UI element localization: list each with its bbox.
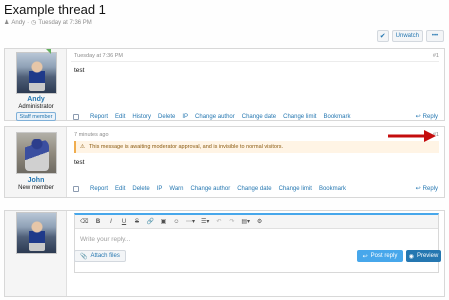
eraser-icon[interactable]: ⌫: [80, 218, 88, 225]
editor-toolbar: ⌫ B I U S 🔗 ▣ ☺ ⋯▾ ☰▾ ↶ ↷ ▤▾ ⚙: [75, 215, 438, 229]
reply-editor[interactable]: ⌫ B I U S 🔗 ▣ ☺ ⋯▾ ☰▾ ↶ ↷ ▤▾ ⚙ Write you…: [74, 213, 439, 273]
change-author-link[interactable]: Change author: [191, 186, 231, 192]
delete-link[interactable]: Delete: [158, 114, 175, 120]
reply-label: Reply: [422, 185, 438, 192]
post-time[interactable]: Tuesday at 7:36 PM: [74, 53, 123, 59]
preview-button[interactable]: ◉ Preview: [406, 250, 441, 262]
username[interactable]: Andy: [5, 96, 67, 103]
change-limit-link[interactable]: Change limit: [279, 186, 312, 192]
reply-label: Reply: [422, 113, 438, 120]
attach-label: Attach files: [90, 253, 120, 259]
warning-icon: ⚠: [80, 144, 85, 150]
quick-reply: ⌫ B I U S 🔗 ▣ ☺ ⋯▾ ☰▾ ↶ ↷ ▤▾ ⚙ Write you…: [4, 210, 445, 297]
clock-icon: ◷: [31, 20, 37, 26]
reply-button[interactable]: ↩ Reply: [415, 185, 438, 193]
more-options-button[interactable]: •••: [426, 30, 444, 42]
redo-icon[interactable]: ↷: [228, 218, 235, 225]
username[interactable]: John: [5, 177, 67, 184]
post-1: Andy Administrator Staff member Tuesday …: [4, 48, 445, 121]
ip-link[interactable]: IP: [157, 186, 163, 192]
attach-files-button[interactable]: 📎 Attach files: [74, 250, 126, 262]
post-user-info: John New member: [5, 127, 67, 197]
avatar[interactable]: [16, 132, 57, 174]
warn-link[interactable]: Warn: [169, 186, 183, 192]
post-text: test: [74, 159, 85, 166]
unwatch-button[interactable]: Unwatch: [391, 30, 423, 42]
user-icon: ♟: [4, 20, 10, 26]
eye-icon: ◉: [408, 253, 414, 260]
preview-label: Preview: [416, 253, 439, 259]
smilie-icon[interactable]: ☺: [173, 219, 180, 225]
undo-icon[interactable]: ↶: [215, 218, 222, 225]
moderation-notice: ⚠ This message is awaiting moderator app…: [74, 141, 439, 153]
user-title: New member: [18, 185, 54, 191]
edit-link[interactable]: Edit: [115, 114, 125, 120]
report-link[interactable]: Report: [90, 114, 108, 120]
thread-author[interactable]: Andy: [11, 20, 25, 26]
user-title: Administrator: [18, 104, 54, 110]
thread-title: Example thread 1: [4, 2, 106, 17]
reply-placeholder: Write your reply...: [80, 236, 131, 243]
reply-icon: ↩: [415, 114, 421, 120]
reply-button[interactable]: ↩ Reply: [415, 113, 438, 121]
post-user-info: Andy Administrator Staff member: [5, 49, 67, 121]
thread-meta: ♟ Andy · ◷ Tuesday at 7:36 PM: [4, 19, 92, 27]
post-actions: Report Edit History Delete IP Change aut…: [73, 113, 438, 120]
checkbox-icon[interactable]: ✔: [376, 30, 389, 42]
reply-icon: ↩: [362, 253, 368, 260]
post-reply-label: Post reply: [370, 253, 398, 259]
reply-icon: ↩: [415, 186, 421, 192]
thread-toolbar: ✔ Unwatch •••: [376, 30, 444, 42]
link-icon[interactable]: 🔗: [146, 218, 153, 225]
post-2: John New member 7 minutes ago #1 ⚠ This …: [4, 126, 445, 198]
divider: [71, 61, 439, 62]
annotation-arrow-icon: [388, 130, 436, 142]
drafts-icon[interactable]: ▤▾: [241, 218, 250, 225]
strikethrough-icon[interactable]: S: [133, 219, 140, 225]
report-link[interactable]: Report: [90, 186, 108, 192]
change-date-link[interactable]: Change date: [242, 114, 276, 120]
bookmark-link[interactable]: Bookmark: [323, 114, 350, 120]
post-actions: Report Edit Delete IP Warn Change author…: [73, 185, 438, 192]
edit-link[interactable]: Edit: [115, 186, 125, 192]
staff-badge: Staff member: [16, 112, 56, 121]
post-time[interactable]: 7 minutes ago: [74, 132, 109, 138]
bookmark-link[interactable]: Bookmark: [319, 186, 346, 192]
select-checkbox[interactable]: [73, 113, 79, 120]
bold-icon[interactable]: B: [94, 219, 101, 225]
settings-icon[interactable]: ⚙: [256, 218, 263, 225]
post-reply-button[interactable]: ↩ Post reply: [357, 250, 403, 262]
underline-icon[interactable]: U: [120, 219, 127, 225]
change-date-link[interactable]: Change date: [237, 186, 271, 192]
avatar[interactable]: [16, 212, 57, 254]
change-limit-link[interactable]: Change limit: [283, 114, 316, 120]
notice-text: This message is awaiting moderator appro…: [88, 144, 284, 150]
paperclip-icon: 📎: [80, 253, 88, 260]
history-link[interactable]: History: [132, 114, 151, 120]
reply-user-info: [5, 211, 67, 296]
italic-icon[interactable]: I: [107, 219, 114, 225]
avatar[interactable]: [16, 52, 57, 94]
list-icon[interactable]: ☰▾: [201, 218, 209, 225]
delete-link[interactable]: Delete: [132, 186, 149, 192]
select-checkbox[interactable]: [73, 185, 79, 192]
change-author-link[interactable]: Change author: [195, 114, 235, 120]
more-text-icon[interactable]: ⋯▾: [186, 218, 195, 225]
thread-date[interactable]: Tuesday at 7:36 PM: [38, 20, 91, 26]
image-icon[interactable]: ▣: [160, 218, 167, 225]
post-number[interactable]: #1: [433, 53, 439, 59]
ip-link[interactable]: IP: [182, 114, 188, 120]
meta-separator: ·: [27, 19, 30, 26]
post-text: test: [74, 67, 85, 74]
online-indicator-icon: [46, 49, 51, 54]
